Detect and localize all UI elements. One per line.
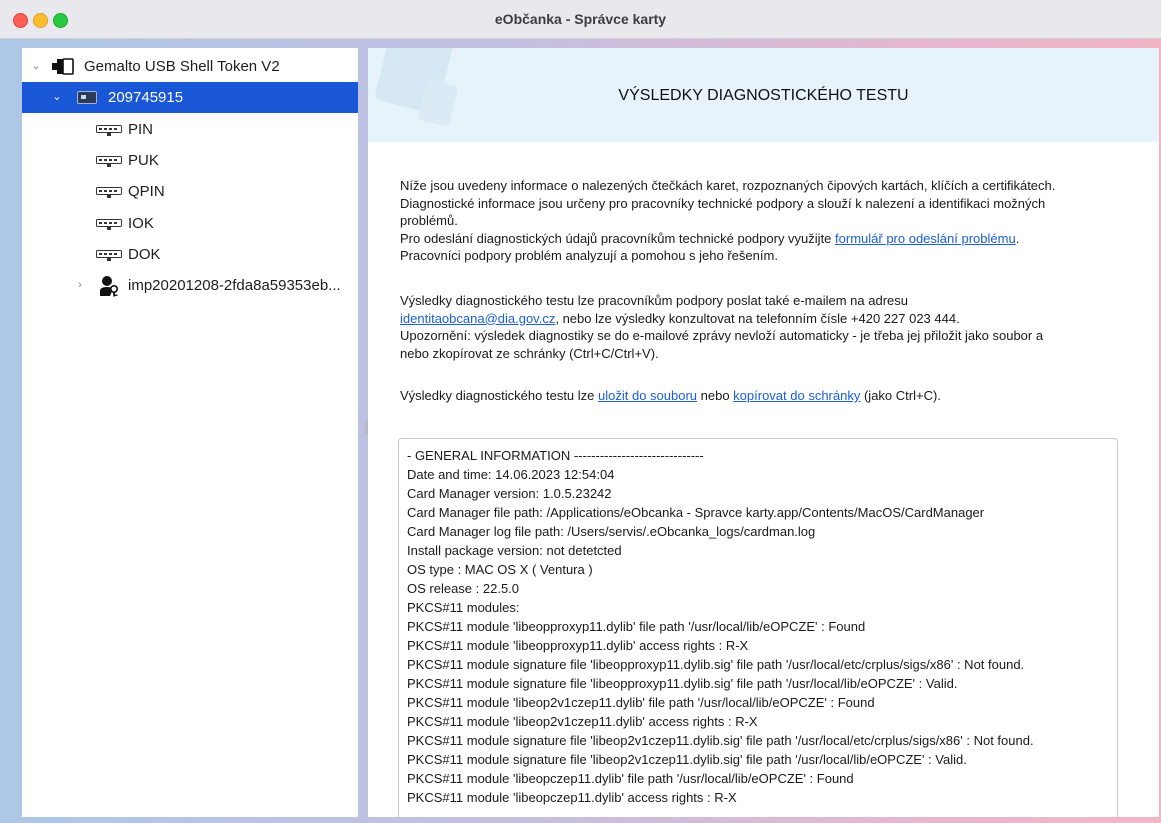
- intro-line: Diagnostické informace jsou určeny pro p…: [400, 195, 1046, 211]
- intro-line: problémů.: [400, 213, 458, 228]
- tree-item-label: 209745915: [108, 89, 184, 106]
- intro-text: .: [1015, 230, 1020, 246]
- app-window: eObčanka - Správce karty ⌄ Gemalto USB S…: [0, 0, 1161, 823]
- log-line: Install package version: not detetcted: [407, 543, 622, 558]
- log-line: PKCS#11 module 'libeopproxyp11.dylib' fi…: [407, 619, 866, 634]
- copy-to-clipboard-link[interactable]: kopírovat do schránky: [733, 388, 860, 403]
- keypad-icon: [96, 250, 122, 261]
- log-line: PKCS#11 module 'libeopproxyp11.dylib' ac…: [407, 638, 749, 653]
- keypad-icon: [96, 156, 122, 167]
- keypad-icon: [96, 125, 122, 136]
- chevron-down-icon[interactable]: ⌄: [30, 51, 42, 82]
- intro-line: Pro odeslání diagnostických údajů pracov…: [400, 230, 1130, 248]
- page-title: VÝSLEDKY DIAGNOSTICKÉHO TESTU: [618, 87, 909, 104]
- email-text: , nebo lze výsledky konzultovat na telef…: [555, 310, 960, 326]
- tree-item-pin[interactable]: PIN: [22, 114, 358, 145]
- window-title: eObčanka - Správce karty: [494, 11, 667, 27]
- save-paragraph: Výsledky diagnostického testu lze uložit…: [400, 387, 1130, 405]
- intro-line: Pracovníci podpory problém analyzují a p…: [400, 248, 778, 263]
- chevron-down-icon[interactable]: ⌄: [51, 82, 63, 113]
- log-line: PKCS#11 modules:: [407, 600, 520, 615]
- log-line: PKCS#11 module signature file 'libeoppro…: [407, 657, 1025, 672]
- problem-form-link[interactable]: formulář pro odeslání problému: [835, 231, 1016, 246]
- tree-item-import[interactable]: › imp20201208-2fda8a59353eb...: [22, 270, 358, 301]
- log-line: OS type : MAC OS X ( Ventura ): [407, 562, 593, 577]
- tree-item-label: QPIN: [128, 183, 165, 200]
- device-tree: ⌄ Gemalto USB Shell Token V2 ⌄ 209745915: [22, 48, 358, 817]
- support-email-link[interactable]: identitaobcana@dia.gov.cz: [400, 311, 555, 326]
- email-line: nebo zkopírovat ze schránky (Ctrl+C/Ctrl…: [400, 345, 659, 361]
- tree-item-qpin[interactable]: QPIN: [22, 176, 358, 207]
- save-to-file-link[interactable]: uložit do souboru: [598, 388, 697, 403]
- tree-item-label: imp20201208-2fda8a59353eb...: [128, 277, 341, 294]
- header-banner: VÝSLEDKY DIAGNOSTICKÉHO TESTU: [368, 48, 1159, 142]
- save-text: (jako Ctrl+C).: [860, 388, 941, 403]
- log-line: OS release : 22.5.0: [407, 581, 520, 596]
- chip-card-icon: [77, 91, 97, 104]
- log-line: PKCS#11 module signature file 'libeop2v1…: [407, 752, 967, 767]
- tree-item-dok[interactable]: DOK: [22, 239, 358, 270]
- log-line: - GENERAL INFORMATION ------------------…: [407, 448, 704, 463]
- email-paragraph: Výsledky diagnostického testu lze pracov…: [400, 292, 1130, 362]
- key-user-icon: [100, 276, 119, 297]
- tree-item-label: DOK: [128, 246, 161, 263]
- intro-line: Níže jsou uvedeny informace o nalezených…: [400, 178, 1056, 193]
- save-text: Výsledky diagnostického testu lze: [400, 388, 598, 403]
- usb-token-icon: [52, 58, 74, 75]
- keypad-icon: [96, 219, 122, 230]
- tree-item-reader[interactable]: ⌄ Gemalto USB Shell Token V2: [22, 51, 358, 82]
- log-line: Card Manager version: 1.0.5.23242: [407, 486, 612, 501]
- tree-item-iok[interactable]: IOK: [22, 208, 358, 239]
- log-line: PKCS#11 module 'libeopczep11.dylib' acce…: [407, 790, 737, 805]
- tree-item-label: Gemalto USB Shell Token V2: [84, 58, 280, 75]
- keypad-icon: [96, 187, 122, 198]
- intro-text: Pro odeslání diagnostických údajů pracov…: [400, 230, 836, 246]
- title-bar: eObčanka - Správce karty: [0, 0, 1161, 39]
- log-line: Card Manager log file path: /Users/servi…: [407, 524, 816, 539]
- email-line: Výsledky diagnostického testu lze pracov…: [400, 293, 908, 308]
- tree-item-label: PUK: [128, 152, 159, 169]
- tree-item-label: PIN: [128, 121, 154, 138]
- log-line: PKCS#11 module 'libeopczep11.dylib' file…: [407, 771, 854, 786]
- log-line: PKCS#11 module 'libeop2v1czep11.dylib' f…: [407, 695, 875, 710]
- email-line: identitaobcana@dia.gov.cz, nebo lze výsl…: [400, 310, 1130, 328]
- log-line: Card Manager file path: /Applications/eO…: [407, 505, 985, 520]
- log-line: PKCS#11 module signature file 'libeoppro…: [407, 676, 958, 691]
- log-line: PKCS#11 module 'libeop2v1czep11.dylib' a…: [407, 714, 758, 729]
- diagnostics-log-textarea[interactable]: - GENERAL INFORMATION ------------------…: [398, 438, 1118, 817]
- log-line: Date and time: 14.06.2023 12:54:04: [407, 467, 615, 482]
- tree-item-label: IOK: [128, 215, 154, 232]
- save-text: nebo: [697, 388, 734, 403]
- intro-paragraph: Níže jsou uvedeny informace o nalezených…: [400, 177, 1130, 265]
- chevron-right-icon[interactable]: ›: [74, 270, 86, 301]
- tree-item-puk[interactable]: PUK: [22, 145, 358, 176]
- email-line: Upozornění: výsledek diagnostiky se do e…: [400, 328, 1044, 343]
- diagnostics-panel: VÝSLEDKY DIAGNOSTICKÉHO TESTU Níže jsou …: [368, 48, 1159, 817]
- log-line: PKCS#11 module signature file 'libeop2v1…: [407, 733, 1034, 748]
- tree-item-card[interactable]: ⌄ 209745915: [22, 82, 358, 113]
